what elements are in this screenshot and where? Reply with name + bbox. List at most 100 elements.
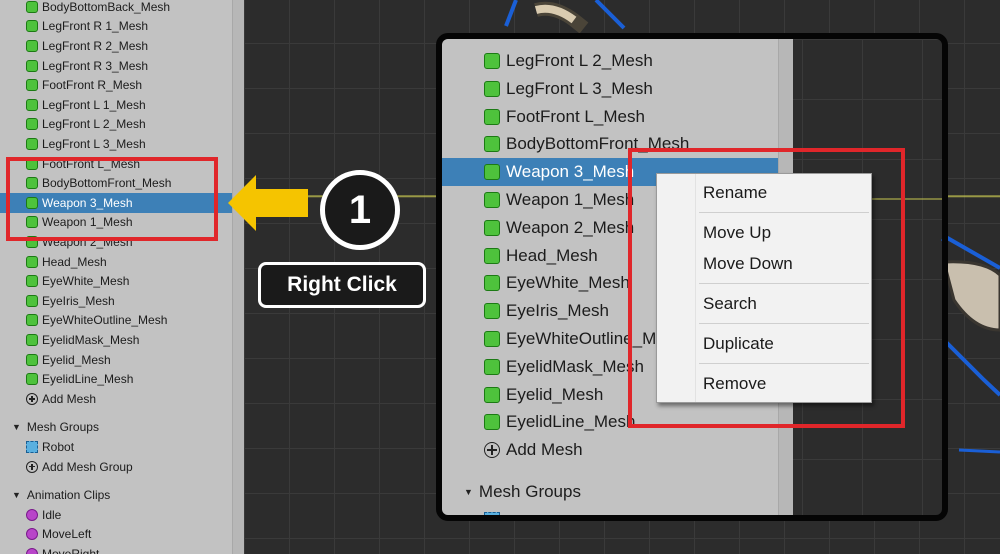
list-item-robot[interactable]: Robot bbox=[0, 437, 232, 457]
instruction-label: Right Click bbox=[258, 262, 426, 308]
list-item-label: Add Mesh bbox=[506, 440, 583, 460]
list-item-add-mesh[interactable]: Add Mesh bbox=[0, 389, 232, 409]
list-item-label: EyeWhite_Mesh bbox=[506, 273, 630, 293]
list-item-label: Head_Mesh bbox=[506, 245, 598, 265]
list-item-label: FootFront R_Mesh bbox=[42, 78, 143, 93]
inset-section-header-mesh-groups[interactable]: ▼ Mesh Groups bbox=[442, 478, 778, 506]
list-item-footfront-r-mesh[interactable]: FootFront R_Mesh bbox=[0, 75, 232, 95]
list-item-idle[interactable]: Idle bbox=[0, 505, 232, 525]
list-item-legfront-r-1-mesh[interactable]: LegFront R 1_Mesh bbox=[0, 17, 232, 37]
inset-list-item-partial[interactable] bbox=[442, 506, 778, 515]
list-item-add-mesh[interactable]: Add Mesh bbox=[442, 436, 778, 464]
animation-clip-icon bbox=[26, 547, 38, 554]
mesh-icon bbox=[26, 294, 38, 307]
list-item-label: Head_Mesh bbox=[42, 254, 107, 269]
list-item-label: EyeWhite_Mesh bbox=[42, 274, 130, 289]
mesh-icon bbox=[484, 192, 500, 208]
step-number-badge: 1 bbox=[320, 170, 400, 250]
list-item-label: BodyBottomBack_Mesh bbox=[42, 0, 171, 14]
section-header-label: Mesh Groups bbox=[478, 482, 581, 501]
mesh-icon bbox=[484, 136, 500, 153]
mesh-icon bbox=[484, 247, 500, 264]
add-icon bbox=[26, 460, 38, 473]
add-icon bbox=[26, 392, 38, 405]
list-item-bodybottomback-mesh[interactable]: BodyBottomBack_Mesh bbox=[0, 0, 232, 17]
list-item-label: Add Mesh bbox=[42, 391, 97, 406]
panel-scrollbar[interactable] bbox=[232, 0, 244, 554]
collapse-triangle-icon[interactable]: ▼ bbox=[12, 422, 21, 432]
list-item-label: Eyelid_Mesh bbox=[42, 352, 111, 367]
menu-highlight-box bbox=[628, 148, 905, 428]
mesh-icon bbox=[26, 314, 38, 327]
list-item-moveleft[interactable]: MoveLeft bbox=[0, 525, 232, 545]
mesh-icon bbox=[484, 331, 500, 347]
list-item-legfront-l-2-mesh[interactable]: LegFront L 2_Mesh bbox=[442, 47, 778, 75]
list-item-legfront-l-3-mesh[interactable]: LegFront L 3_Mesh bbox=[0, 134, 232, 154]
list-item-label: FootFront L_Mesh bbox=[506, 106, 645, 126]
list-item-legfront-l-2-mesh[interactable]: LegFront L 2_Mesh bbox=[0, 115, 232, 135]
mesh-group-icon bbox=[484, 511, 500, 515]
mesh-icon bbox=[484, 108, 500, 125]
mesh-icon bbox=[26, 118, 38, 131]
mesh-icon bbox=[26, 333, 38, 346]
pointer-arrow-icon bbox=[228, 175, 308, 231]
list-item-footfront-l-mesh[interactable]: FootFront L_Mesh bbox=[442, 103, 778, 131]
list-item-label: EyeIris_Mesh bbox=[506, 301, 609, 321]
list-item-legfront-l-1-mesh[interactable]: LegFront L 1_Mesh bbox=[0, 95, 232, 115]
list-item-label: LegFront L 3_Mesh bbox=[506, 78, 653, 98]
mesh-icon bbox=[484, 80, 500, 97]
list-item-eyelidline-mesh[interactable]: EyelidLine_Mesh bbox=[0, 369, 232, 389]
list-item-label: Eyelid_Mesh bbox=[506, 384, 604, 404]
list-item-eyelid-mesh[interactable]: Eyelid_Mesh bbox=[0, 350, 232, 370]
list-item-label: Robot bbox=[42, 439, 75, 454]
mesh-icon bbox=[26, 373, 38, 386]
collapse-triangle-icon[interactable]: ▼ bbox=[464, 487, 473, 497]
collapse-triangle-icon[interactable]: ▼ bbox=[12, 490, 21, 500]
list-item-legfront-r-2-mesh[interactable]: LegFront R 2_Mesh bbox=[0, 36, 232, 56]
mesh-icon bbox=[26, 275, 38, 288]
list-item-legfront-r-3-mesh[interactable]: LegFront R 3_Mesh bbox=[0, 56, 232, 76]
mesh-icon bbox=[26, 79, 38, 92]
mesh-icon bbox=[484, 219, 500, 236]
mesh-icon bbox=[26, 255, 38, 268]
list-item-eyeiris-mesh[interactable]: EyeIris_Mesh bbox=[0, 291, 232, 311]
section-header-label: Animation Clips bbox=[26, 488, 111, 503]
mesh-group-icon bbox=[26, 440, 38, 453]
list-item-label: Weapon 1_Mesh bbox=[506, 190, 635, 209]
list-item-label: MoveRight bbox=[42, 546, 100, 554]
mesh-icon bbox=[26, 0, 38, 13]
mesh-icon bbox=[484, 53, 500, 69]
list-item-label: EyeWhiteOutline_Mesh bbox=[42, 313, 168, 328]
mesh-icon bbox=[484, 275, 500, 292]
list-item-label: MoveLeft bbox=[42, 527, 92, 542]
list-item-eyelidmask-mesh[interactable]: EyelidMask_Mesh bbox=[0, 330, 232, 350]
animation-clip-icon bbox=[26, 528, 38, 541]
selection-highlight-box bbox=[6, 157, 218, 241]
section-header-animation-clips[interactable]: ▼ Animation Clips bbox=[0, 485, 232, 505]
list-item-head-mesh[interactable]: Head_Mesh bbox=[0, 252, 232, 272]
list-item-moveright[interactable]: MoveRight bbox=[0, 544, 232, 554]
list-item-eyewhite-mesh[interactable]: EyeWhite_Mesh bbox=[0, 271, 232, 291]
list-item-legfront-l-3-mesh[interactable]: LegFront L 3_Mesh bbox=[442, 75, 778, 103]
list-item-label: EyeIris_Mesh bbox=[42, 293, 115, 308]
mesh-icon bbox=[26, 20, 38, 33]
section-header-mesh-groups[interactable]: ▼ Mesh Groups bbox=[0, 418, 232, 438]
mesh-icon bbox=[26, 98, 38, 111]
list-item-label: Weapon 2_Mesh bbox=[506, 217, 635, 237]
list-item-label: EyelidMask_Mesh bbox=[42, 332, 140, 347]
list-item-label: EyelidMask_Mesh bbox=[506, 356, 644, 376]
mesh-icon bbox=[484, 303, 500, 320]
list-item-label: LegFront L 2_Mesh bbox=[506, 51, 653, 70]
animation-clip-icon bbox=[26, 508, 38, 521]
mesh-icon bbox=[26, 137, 38, 150]
hierarchy-panel[interactable]: BodyBottomBack_Mesh LegFront R 1_Mesh LegF… bbox=[0, 0, 244, 554]
list-item-label: LegFront R 2_Mesh bbox=[42, 38, 149, 53]
list-item-label: Idle bbox=[42, 507, 62, 522]
list-item-label: Add Mesh Group bbox=[42, 459, 133, 474]
mesh-icon bbox=[484, 414, 500, 431]
list-item-eyewhiteoutline-mesh[interactable]: EyeWhiteOutline_Mesh bbox=[0, 311, 232, 331]
add-icon bbox=[484, 442, 500, 459]
list-item-label: LegFront L 2_Mesh bbox=[42, 117, 146, 132]
list-item-add-mesh-group[interactable]: Add Mesh Group bbox=[0, 457, 232, 477]
mesh-icon bbox=[26, 59, 38, 72]
